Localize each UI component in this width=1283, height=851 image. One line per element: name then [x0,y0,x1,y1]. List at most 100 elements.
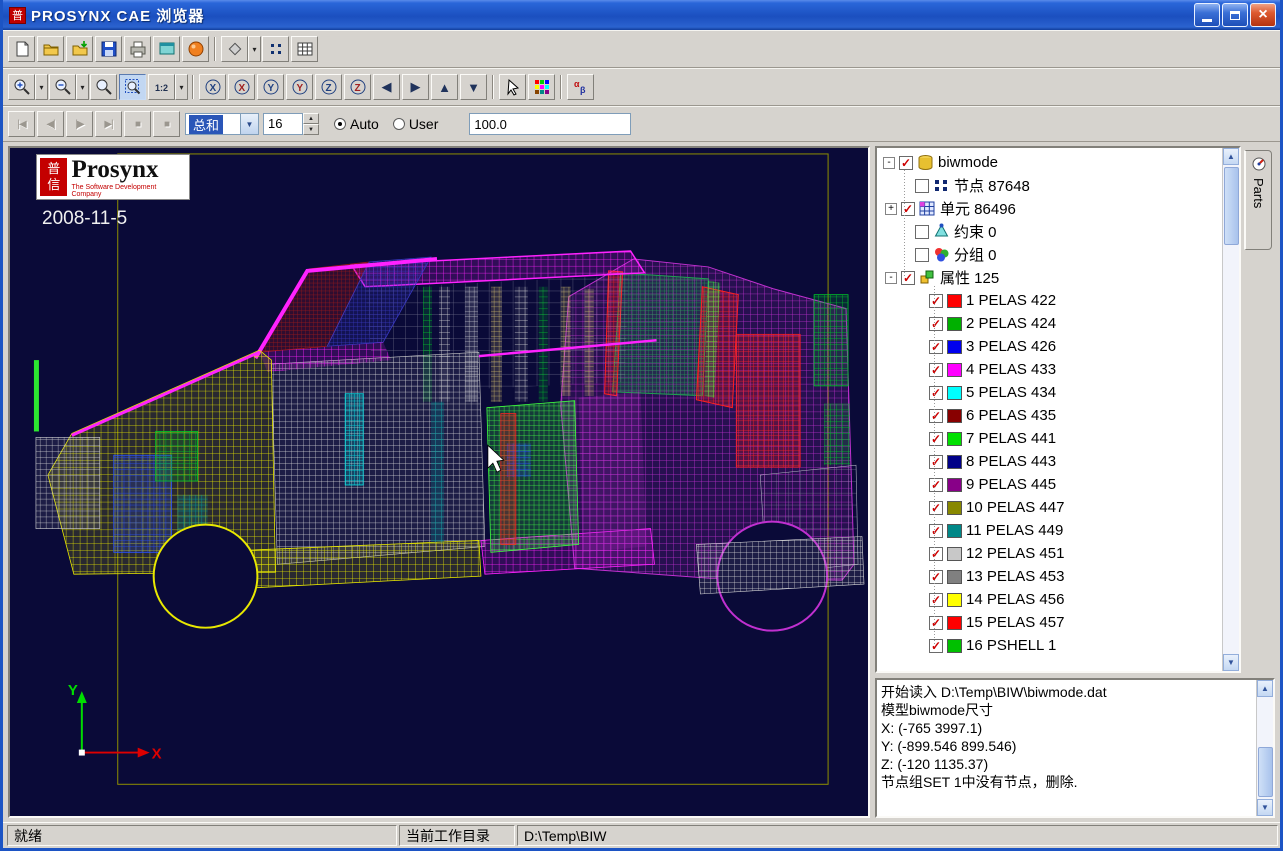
material-dropdown[interactable]: ▾ [248,36,261,62]
mesh-display-button[interactable] [291,36,318,62]
close-button[interactable]: × [1250,3,1276,27]
expander[interactable]: - [883,157,895,169]
spinner-value[interactable]: 16 [263,113,303,135]
scroll-down-button[interactable]: ▼ [1257,799,1273,816]
property-checkbox[interactable]: ✓ [929,409,943,423]
zoom-scale-dropdown[interactable]: ▾ [175,74,188,100]
maximize-button[interactable] [1222,3,1248,27]
scroll-up-button[interactable]: ▲ [1257,680,1273,697]
labels-button[interactable]: αβ [567,74,594,100]
property-checkbox[interactable]: ✓ [929,432,943,446]
pan-down-button[interactable]: ▼ [460,74,487,100]
property-checkbox[interactable]: ✓ [929,639,943,653]
spinner-up-button[interactable]: ▲ [303,113,319,124]
property-checkbox[interactable]: ✓ [929,363,943,377]
select-button[interactable] [499,74,526,100]
tree-item-constraints[interactable]: 约束 0 [879,220,1222,243]
model-viewport[interactable]: Y X 普 信 Prosynx The Software Development… [8,146,870,818]
zoom-out-button[interactable] [49,74,76,100]
property-checkbox[interactable]: ✓ [929,524,943,538]
property-row[interactable]: ✓ 11 PELAS 449 [879,519,1222,542]
property-checkbox[interactable]: ✓ [929,478,943,492]
zoom-in-button[interactable] [8,74,35,100]
user-radio[interactable]: User [393,116,439,132]
color-table-button[interactable] [528,74,555,100]
node-display-button[interactable] [262,36,289,62]
zoom-window-button[interactable] [90,74,117,100]
property-row[interactable]: ✓ 15 PELAS 457 [879,611,1222,634]
rotate-z-ccw-button[interactable]: Z [315,74,342,100]
new-button[interactable] [8,36,35,62]
property-checkbox[interactable]: ✓ [929,547,943,561]
parts-tab[interactable]: Parts [1244,150,1272,250]
property-checkbox[interactable]: ✓ [929,616,943,630]
zoom-in-dropdown[interactable]: ▾ [35,74,48,100]
property-row[interactable]: ✓ 9 PELAS 445 [879,473,1222,496]
size-spinner[interactable]: 16 ▲ ▼ [263,113,319,135]
property-checkbox[interactable]: ✓ [929,570,943,584]
property-row[interactable]: ✓ 3 PELAS 426 [879,335,1222,358]
log-scrollbar[interactable]: ▲ ▼ [1256,680,1273,816]
render-button[interactable] [182,36,209,62]
property-checkbox[interactable]: ✓ [929,501,943,515]
pan-left-button[interactable]: ◀ [373,74,400,100]
expander[interactable]: - [885,272,897,284]
property-checkbox[interactable]: ✓ [929,317,943,331]
tree-item-groups[interactable]: 分组 0 [879,243,1222,266]
expander[interactable]: + [885,203,897,215]
tree-root-biwmode[interactable]: - ✓ biwmode [879,151,1222,174]
rotate-y-cw-button[interactable]: Y [286,74,313,100]
root-checkbox[interactable]: ✓ [899,156,913,170]
zoom-out-dropdown[interactable]: ▾ [76,74,89,100]
pan-up-button[interactable]: ▲ [431,74,458,100]
property-row[interactable]: ✓ 1 PELAS 422 [879,289,1222,312]
property-row[interactable]: ✓ 8 PELAS 443 [879,450,1222,473]
save-button[interactable] [95,36,122,62]
scroll-down-button[interactable]: ▼ [1223,654,1239,671]
property-row[interactable]: ✓ 13 PELAS 453 [879,565,1222,588]
property-row[interactable]: ✓ 4 PELAS 433 [879,358,1222,381]
user-radio-circle[interactable] [393,118,405,130]
property-row[interactable]: ✓ 16 PSHELL 1 [879,634,1222,657]
log-output[interactable]: 开始读入 D:\Temp\BIW\biwmode.dat模型biwmode尺寸X… [877,680,1256,816]
scroll-up-button[interactable]: ▲ [1223,148,1239,165]
property-checkbox[interactable]: ✓ [929,593,943,607]
groups-checkbox[interactable] [915,248,929,262]
property-row[interactable]: ✓ 2 PELAS 424 [879,312,1222,335]
rotate-z-cw-button[interactable]: Z [344,74,371,100]
tree-item-nodes[interactable]: 节点 87648 [879,174,1222,197]
constraints-checkbox[interactable] [915,225,929,239]
print-button[interactable] [124,36,151,62]
property-checkbox[interactable]: ✓ [929,455,943,469]
tree-scrollbar[interactable]: ▲ ▼ [1222,148,1239,671]
result-mode-combo[interactable]: 总和 ▼ [185,113,259,135]
minimize-button[interactable] [1194,3,1220,27]
auto-radio-circle[interactable] [334,118,346,130]
rotate-x-cw-button[interactable]: X [228,74,255,100]
auto-radio[interactable]: Auto [334,116,379,132]
property-row[interactable]: ✓ 6 PELAS 435 [879,404,1222,427]
property-checkbox[interactable]: ✓ [929,386,943,400]
import-button[interactable] [66,36,93,62]
property-checkbox[interactable]: ✓ [929,340,943,354]
rotate-y-ccw-button[interactable]: Y [257,74,284,100]
property-row[interactable]: ✓ 10 PELAS 447 [879,496,1222,519]
scrollbar-thumb[interactable] [1258,747,1273,797]
scrollbar-thumb[interactable] [1224,167,1239,245]
zoom-scale-button[interactable]: 1:2 [148,74,175,100]
zoom-fit-button[interactable] [119,74,146,100]
property-row[interactable]: ✓ 5 PELAS 434 [879,381,1222,404]
tree-item-elements[interactable]: + ✓ 单元 86496 [879,197,1222,220]
property-row[interactable]: ✓ 14 PELAS 456 [879,588,1222,611]
open-button[interactable] [37,36,64,62]
property-checkbox[interactable]: ✓ [929,294,943,308]
property-row[interactable]: ✓ 12 PELAS 451 [879,542,1222,565]
capture-button[interactable] [153,36,180,62]
tree-item-properties[interactable]: - ✓ 属性 125 [879,266,1222,289]
nodes-checkbox[interactable] [915,179,929,193]
combo-dropdown-button[interactable]: ▼ [241,113,259,135]
material-button[interactable] [221,36,248,62]
property-row[interactable]: ✓ 7 PELAS 441 [879,427,1222,450]
pan-right-button[interactable]: ▶ [402,74,429,100]
spinner-down-button[interactable]: ▼ [303,124,319,135]
